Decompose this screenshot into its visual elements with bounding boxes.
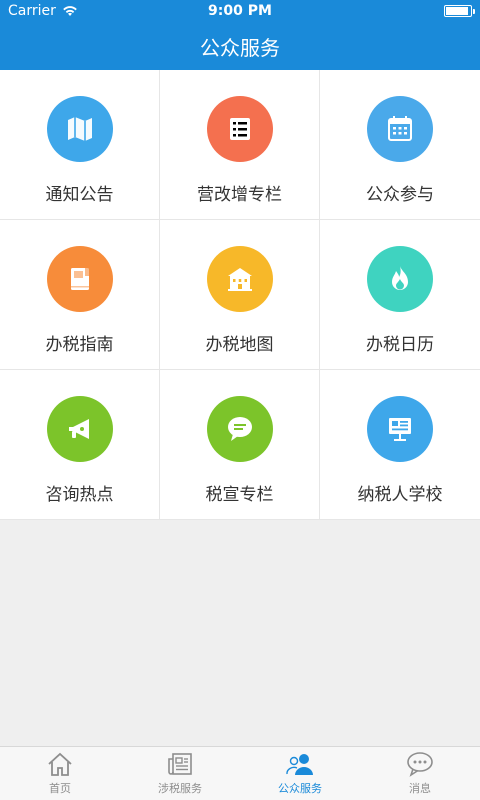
grid-item-participation[interactable]: 公众参与 [320, 70, 480, 220]
list-icon [229, 118, 250, 140]
map-icon [67, 117, 92, 141]
wifi-icon [63, 6, 77, 16]
grid-item-tax-calendar[interactable]: 办税日历 [320, 220, 480, 370]
tab-bar: 首页 涉税服务 公众服务 消息 [0, 746, 480, 800]
grid-item-consult-hotspot[interactable]: 咨询热点 [0, 370, 160, 520]
message-icon [407, 752, 433, 777]
page-title: 公众服务 [200, 35, 280, 60]
tab-label: 首页 [49, 782, 71, 795]
tab-label: 涉税服务 [158, 782, 202, 795]
tab-home[interactable]: 首页 [0, 747, 120, 800]
icon-circle [206, 246, 273, 312]
grid-item-label: 办税指南 [45, 335, 114, 355]
grid-item-label: 营改增专栏 [197, 185, 282, 205]
nav-bar: 公众服务 [0, 22, 480, 70]
users-icon [286, 754, 313, 775]
grid-item-taxpayer-school[interactable]: 纳税人学校 [320, 370, 480, 520]
status-left: Carrier [8, 3, 78, 19]
chat-bubble-icon [227, 417, 252, 441]
flame-icon [392, 266, 408, 290]
icon-circle [367, 96, 433, 162]
tab-tax-services[interactable]: 涉税服务 [120, 747, 240, 800]
icon-circle [367, 246, 433, 312]
grid-item-tax-guide[interactable]: 办税指南 [0, 220, 160, 370]
grid-item-label: 纳税人学校 [357, 485, 443, 505]
tab-label: 公众服务 [278, 782, 322, 795]
icon-circle [206, 96, 273, 162]
grid-item-label: 办税地图 [205, 335, 274, 355]
building-icon [227, 268, 252, 291]
grid-item-label: 通知公告 [45, 185, 114, 205]
icon-circle [46, 96, 113, 162]
grid-item-tax-map[interactable]: 办税地图 [160, 220, 320, 370]
tab-label: 消息 [409, 782, 431, 795]
grid-item-tax-promotion[interactable]: 税宣专栏 [160, 370, 320, 520]
book-icon [70, 268, 89, 290]
service-grid: 通知公告 营改增专栏 公众参与 办税指南 办税地图 办税日历 咨询热点 税宣专栏… [0, 70, 480, 520]
carrier-label: Carrier [8, 3, 56, 19]
grid-item-label: 公众参与 [366, 185, 434, 205]
icon-circle [367, 396, 433, 462]
status-bar: Carrier 9:00 PM [0, 0, 480, 22]
calendar-icon [388, 116, 412, 141]
grid-item-notice[interactable]: 通知公告 [0, 70, 160, 220]
tab-messages[interactable]: 消息 [360, 747, 480, 800]
presentation-board-icon [389, 418, 411, 441]
megaphone-icon [68, 419, 89, 439]
battery-icon [444, 5, 475, 17]
tab-public-services[interactable]: 公众服务 [240, 747, 360, 800]
icon-circle [206, 396, 273, 462]
home-icon [48, 752, 72, 776]
grid-item-label: 咨询热点 [45, 485, 114, 505]
grid-item-label: 税宣专栏 [205, 485, 274, 505]
newspaper-icon [168, 753, 192, 775]
icon-circle [46, 396, 113, 462]
icon-circle [46, 246, 113, 312]
grid-item-vat-reform[interactable]: 营改增专栏 [160, 70, 320, 220]
grid-item-label: 办税日历 [366, 335, 434, 355]
